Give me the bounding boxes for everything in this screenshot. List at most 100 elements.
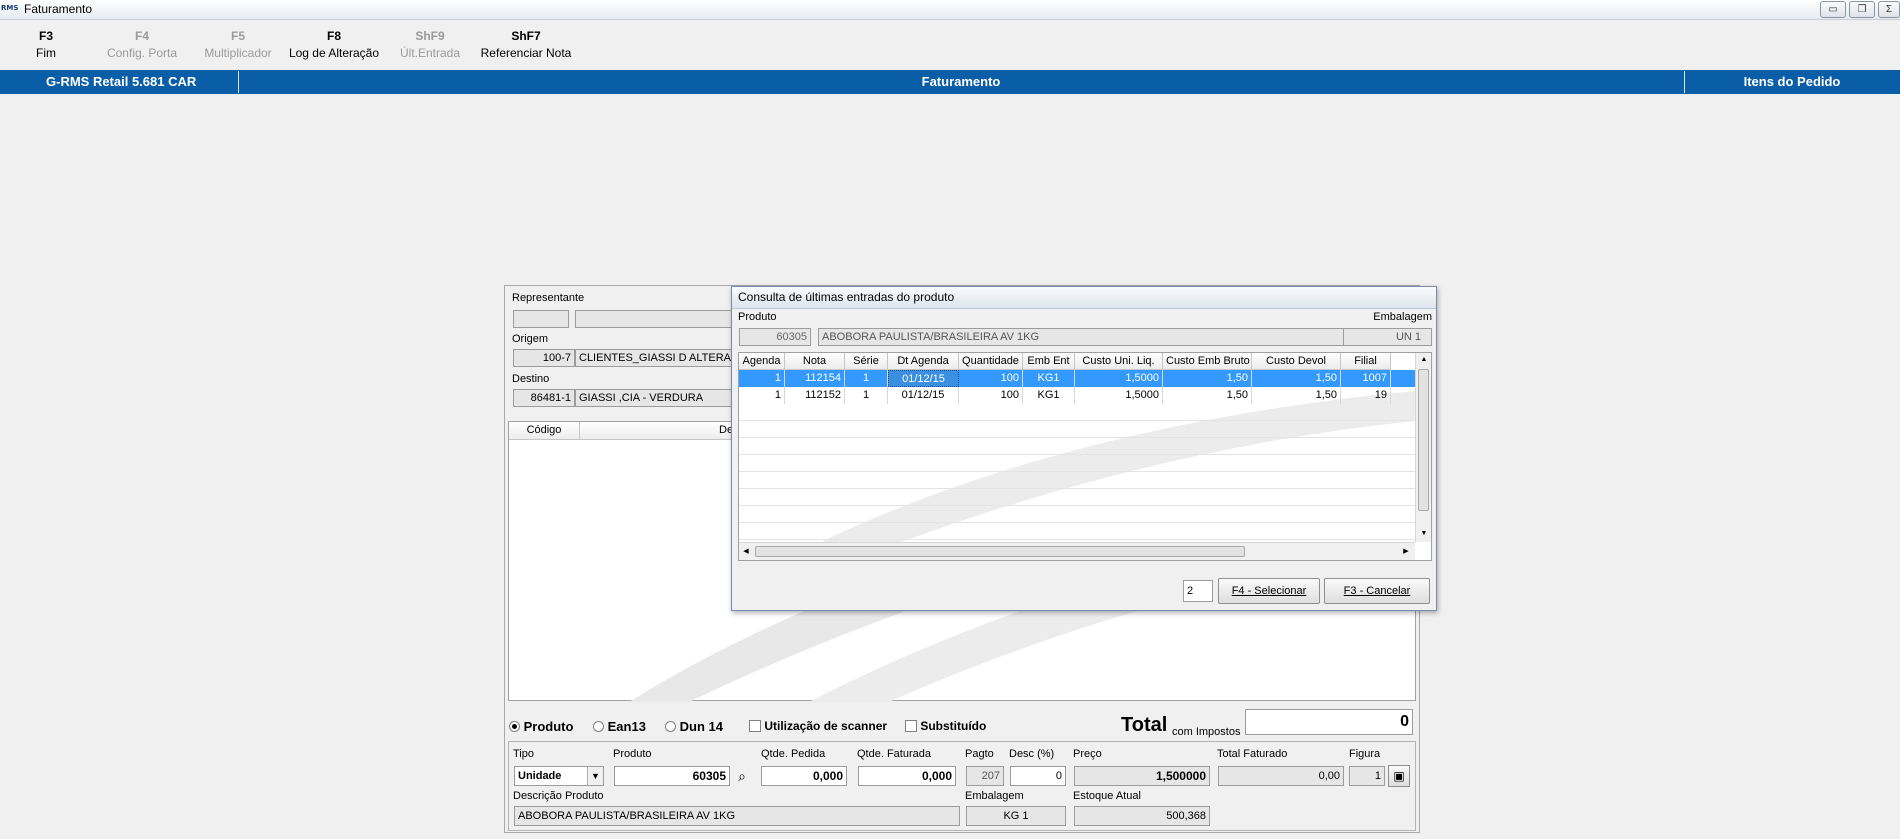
origem-code-field[interactable]: 100-7 [513, 349, 575, 367]
qtde-pedida-field[interactable]: 0,000 [761, 766, 847, 786]
dialog-embalagem-label: Embalagem [1373, 311, 1432, 323]
representante-label: Representante [512, 292, 585, 304]
toolbar-label: Log de Alteração [288, 46, 380, 60]
table-row[interactable]: 1 112154 1 01/12/15 100 KG1 1,5000 1,50 … [739, 370, 1415, 387]
toolbar-ult-entrada[interactable]: ShF9 Últ.Entrada [382, 28, 478, 61]
mode-ean13[interactable]: Ean13 [593, 719, 646, 734]
representante-name-field[interactable] [575, 310, 735, 328]
binoculars-icon[interactable]: ⌕ [732, 766, 752, 786]
radio-produto[interactable] [509, 721, 520, 732]
restore-button[interactable]: ❐ [1849, 1, 1875, 18]
pagto-label: Pagto [965, 748, 994, 760]
cell-quantidade: 100 [959, 370, 1023, 387]
table-row[interactable]: 1 112152 1 01/12/15 100 KG1 1,5000 1,50 … [739, 387, 1415, 404]
item-entry-panel: Tipo Unidade ▼ Produto 60305 ⌕ Qtde. Ped… [508, 741, 1416, 831]
close-icon: Σ [1885, 4, 1893, 15]
toolbar-multiplicador[interactable]: F5 Multiplicador [190, 28, 286, 61]
toolbar-key: F8 [326, 29, 341, 43]
tipo-label: Tipo [513, 748, 534, 760]
vertical-scroll-thumb[interactable] [1418, 369, 1429, 511]
section-title: Itens do Pedido [1743, 74, 1841, 89]
cell-emb-ent: KG1 [1023, 370, 1075, 387]
cell-nota: 112152 [785, 387, 845, 404]
col-custo-uni-liq[interactable]: Custo Uni. Liq. [1075, 353, 1163, 370]
vertical-scrollbar[interactable]: ▲ ▼ [1415, 353, 1431, 542]
mode-dun14[interactable]: Dun 14 [665, 719, 723, 734]
substituido-checkbox[interactable]: Substituído [905, 719, 986, 733]
descricao-label: Descrição Produto [513, 790, 604, 802]
count-field[interactable]: 2 [1183, 580, 1213, 602]
estoque-label: Estoque Atual [1073, 790, 1141, 802]
cell-nota: 112154 [785, 370, 845, 387]
qtde-faturada-field[interactable]: 0,000 [858, 766, 956, 786]
separator [579, 422, 580, 440]
minimize-button[interactable]: ▭ [1820, 1, 1846, 18]
col-custo-emb-bruto[interactable]: Custo Emb Bruto [1163, 353, 1252, 370]
qtde-faturada-label: Qtde. Faturada [857, 748, 931, 760]
substituido-label: Substituído [920, 719, 987, 733]
items-col-codigo[interactable]: Código [509, 424, 579, 436]
mode-produto[interactable]: Produto [509, 719, 573, 734]
scroll-left-icon[interactable]: ◀ [739, 543, 753, 560]
dialog-produto-code: 60305 [739, 328, 811, 346]
grid-empty-area [739, 404, 1415, 542]
cell-custo-emb-bruto: 1,50 [1163, 370, 1252, 387]
cancel-button[interactable]: F3 - Cancelar [1324, 578, 1430, 604]
tipo-select[interactable]: Unidade ▼ [514, 766, 604, 786]
cell-emb-ent: KG1 [1023, 387, 1075, 404]
save-icon[interactable]: ▣ [1388, 765, 1410, 787]
col-emb-ent[interactable]: Emb Ent [1023, 353, 1075, 370]
pagto-field[interactable]: 207 [966, 766, 1004, 786]
cell-custo-uni-liq: 1,5000 [1075, 387, 1163, 404]
total-faturado-field: 0,00 [1218, 766, 1344, 786]
select-button[interactable]: F4 - Selecionar [1218, 578, 1320, 604]
cancel-button-key: F3 [1343, 585, 1357, 597]
toolbar-log-alteracao[interactable]: F8 Log de Alteração [286, 28, 382, 61]
cell-agenda: 1 [739, 387, 785, 404]
scanner-checkbox[interactable]: Utilização de scanner [749, 719, 887, 733]
total-sub-label: com Impostos [1172, 726, 1241, 738]
scroll-up-icon[interactable]: ▲ [1416, 353, 1431, 367]
produto-field[interactable]: 60305 [614, 766, 730, 786]
toolbar-config-porta[interactable]: F4 Config. Porta [94, 28, 190, 61]
toolbar-referenciar-nota[interactable]: ShF7 Referenciar Nota [478, 28, 574, 61]
radio-ean13[interactable] [593, 721, 604, 732]
horizontal-scrollbar[interactable]: ◀ ▶ [739, 542, 1415, 560]
col-custo-devol[interactable]: Custo Devol [1252, 353, 1341, 370]
origem-name-field[interactable]: CLIENTES_GIASSI D ALTERADO [575, 349, 735, 367]
scanner-check[interactable] [749, 720, 761, 732]
preco-label: Preço [1073, 748, 1102, 760]
toolbar-label: Fim [36, 46, 56, 60]
toolbar-fim[interactable]: F3 Fim [0, 28, 94, 61]
toolbar-key: ShF9 [415, 29, 445, 43]
cell-filial: 19 [1341, 387, 1391, 404]
cell-custo-uni-liq: 1,5000 [1075, 370, 1163, 387]
cell-dt-agenda: 01/12/15 [888, 370, 959, 387]
destino-name-field[interactable]: GIASSI ,CIA - VERDURA [575, 389, 735, 407]
col-quantidade[interactable]: Quantidade [959, 353, 1023, 370]
radio-dun14[interactable] [665, 721, 676, 732]
col-dt-agenda[interactable]: Dt Agenda [888, 353, 959, 370]
entradas-grid[interactable]: Agenda Nota Série Dt Agenda Quantidade E… [738, 352, 1432, 561]
substituido-check[interactable] [905, 720, 917, 732]
col-serie[interactable]: Série [845, 353, 888, 370]
destino-code-field[interactable]: 86481-1 [513, 389, 575, 407]
title-bar: RMS Faturamento ▭ ❐ Σ [0, 0, 1900, 20]
horizontal-scroll-thumb[interactable] [755, 546, 1245, 557]
descricao-field: ABOBORA PAULISTA/BRASILEIRA AV 1KG [514, 806, 960, 826]
select-button-key: F4 [1231, 585, 1245, 597]
chevron-down-icon[interactable]: ▼ [587, 767, 603, 785]
cell-dt-agenda: 01/12/15 [888, 387, 959, 404]
scroll-right-icon[interactable]: ▶ [1399, 543, 1413, 560]
dialog-produto-desc: ABOBORA PAULISTA/BRASILEIRA AV 1KG [818, 328, 1366, 346]
figura-field: 1 [1349, 766, 1385, 786]
scroll-down-icon[interactable]: ▼ [1416, 527, 1431, 541]
col-filial[interactable]: Filial [1341, 353, 1391, 370]
desc-field[interactable]: 0 [1010, 766, 1066, 786]
col-agenda[interactable]: Agenda [739, 353, 785, 370]
representante-code-field[interactable] [513, 310, 569, 328]
close-button[interactable]: Σ [1878, 1, 1900, 18]
toolbar-key: F4 [134, 29, 149, 43]
col-nota[interactable]: Nota [785, 353, 845, 370]
origem-label: Origem [512, 333, 549, 345]
